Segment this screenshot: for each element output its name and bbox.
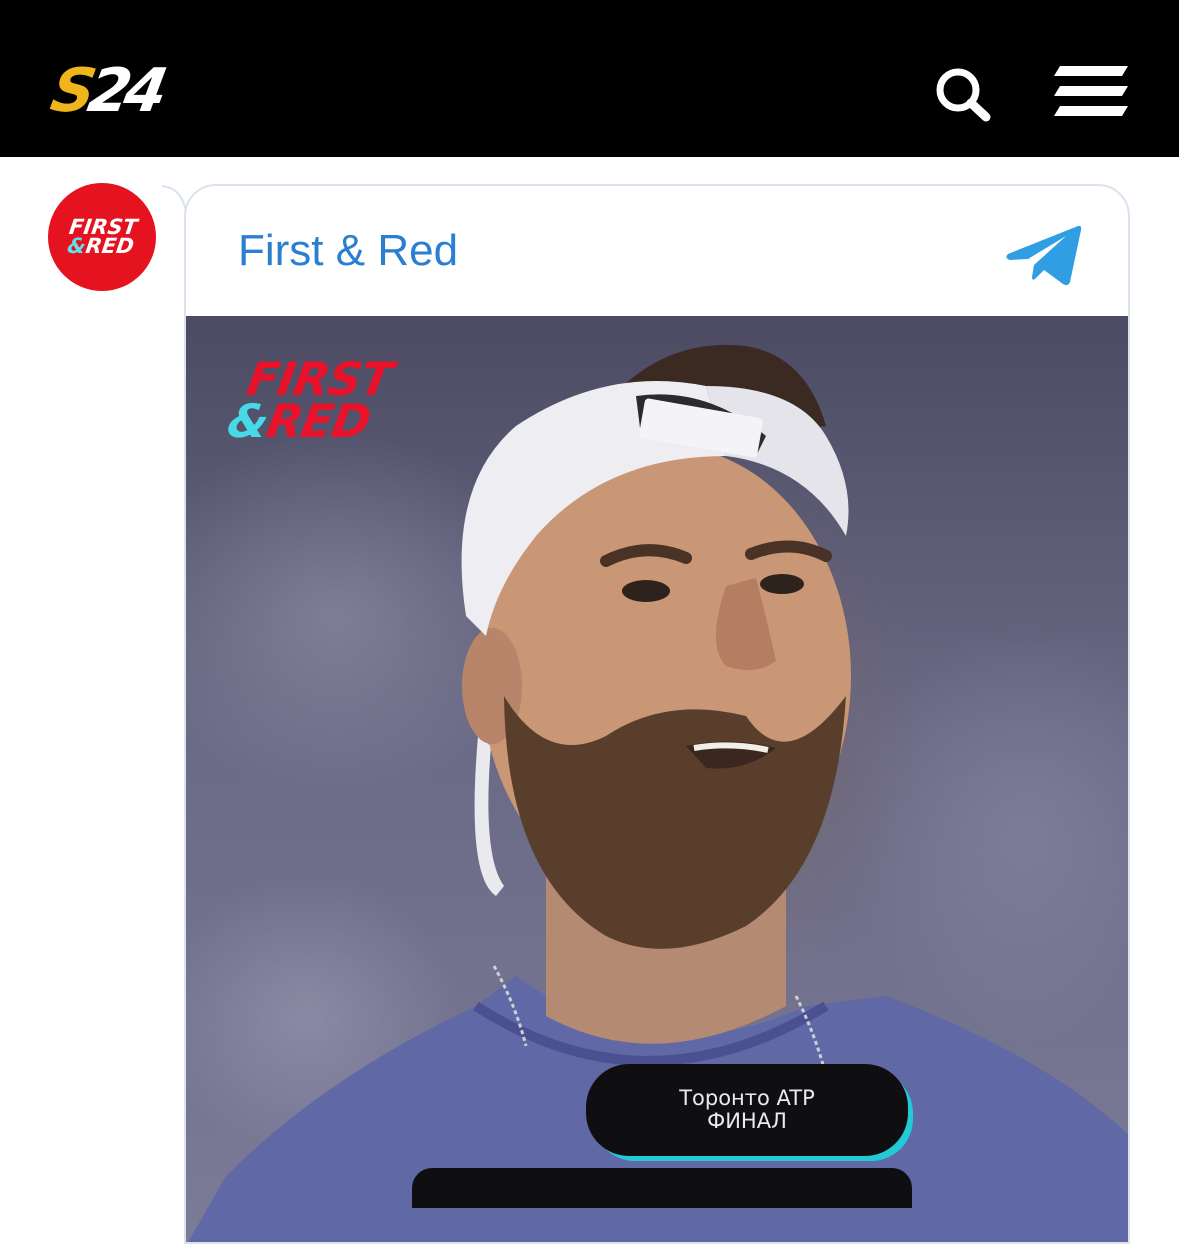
- channel-avatar[interactable]: FIRST &RED: [48, 183, 156, 291]
- menu-button[interactable]: [1050, 60, 1132, 124]
- image-caption-badge: Торонто ATP ФИНАЛ: [586, 1064, 908, 1156]
- image-bottom-banner: [412, 1168, 912, 1208]
- telegram-post-card[interactable]: First & Red FIRST &RED Торонто ATP ФИНАЛ: [184, 184, 1130, 1244]
- telegram-icon: [1006, 225, 1082, 286]
- post-image[interactable]: FIRST &RED Торонто ATP ФИНАЛ: [186, 316, 1128, 1242]
- avatar-logo-text: FIRST &RED: [65, 215, 139, 258]
- top-bar: S24: [0, 0, 1179, 157]
- image-logo-watermark: FIRST &RED: [223, 352, 396, 448]
- site-logo[interactable]: S24: [46, 56, 167, 126]
- telegram-link[interactable]: [1004, 222, 1084, 290]
- hamburger-menu-icon: [1054, 66, 1128, 116]
- search-button[interactable]: [928, 60, 998, 130]
- search-icon: [936, 68, 991, 122]
- channel-name[interactable]: First & Red: [238, 226, 458, 276]
